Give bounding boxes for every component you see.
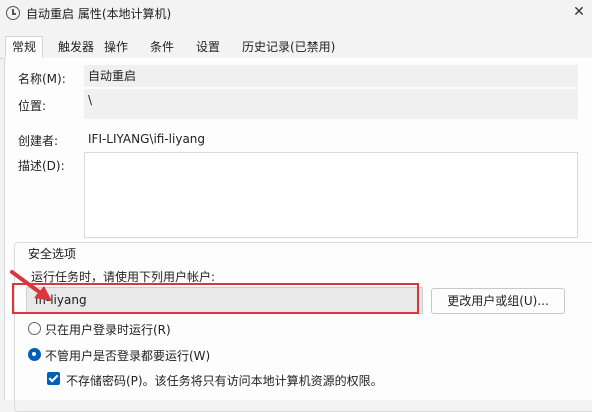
- tab-strip: 常规 触发器 操作 条件 设置 历史记录(已禁用): [0, 36, 592, 59]
- title-bar: 自动重启 属性(本地计算机) ✕: [0, 0, 592, 28]
- author-value: IFI-LIYANG\ifi-liyang: [88, 132, 206, 146]
- tab-history[interactable]: 历史记录(已禁用): [242, 38, 335, 56]
- tab-triggers[interactable]: 触发器: [58, 38, 94, 56]
- author-label: 创建者:: [18, 134, 59, 148]
- change-user-button[interactable]: 更改用户或组(U)...: [431, 288, 565, 314]
- radio-run-when-logged-on-label[interactable]: 只在用户登录时运行(R): [45, 321, 171, 338]
- annotation-arrow-icon: [10, 270, 52, 301]
- close-button[interactable]: ✕: [566, 0, 592, 26]
- tab-settings[interactable]: 设置: [196, 38, 220, 56]
- tab-actions[interactable]: 操作: [104, 38, 128, 56]
- name-label: 名称(M):: [18, 72, 66, 86]
- radio-run-when-logged-on[interactable]: [28, 322, 41, 335]
- location-label: 位置:: [18, 99, 47, 113]
- tab-conditions[interactable]: 条件: [150, 38, 174, 56]
- security-options-title: 安全选项: [26, 245, 79, 262]
- name-field[interactable]: 自动重启: [84, 65, 578, 87]
- radio-run-whether-logged-on-label[interactable]: 不管用户是否登录都要运行(W): [45, 347, 210, 364]
- do-not-store-password-label[interactable]: 不存储密码(P)。该任务将只有访问本地计算机资源的权限。: [66, 372, 383, 389]
- do-not-store-password-checkbox[interactable]: [47, 372, 60, 385]
- radio-run-whether-logged-on[interactable]: [28, 348, 41, 361]
- window-title: 自动重启 属性(本地计算机): [26, 7, 172, 21]
- description-textarea[interactable]: [84, 152, 578, 238]
- description-label: 描述(D):: [18, 159, 65, 173]
- location-field: \: [84, 89, 578, 119]
- tab-general[interactable]: 常规: [5, 36, 44, 58]
- task-clock-icon: [6, 6, 20, 20]
- annotation-highlight-box: [12, 283, 419, 314]
